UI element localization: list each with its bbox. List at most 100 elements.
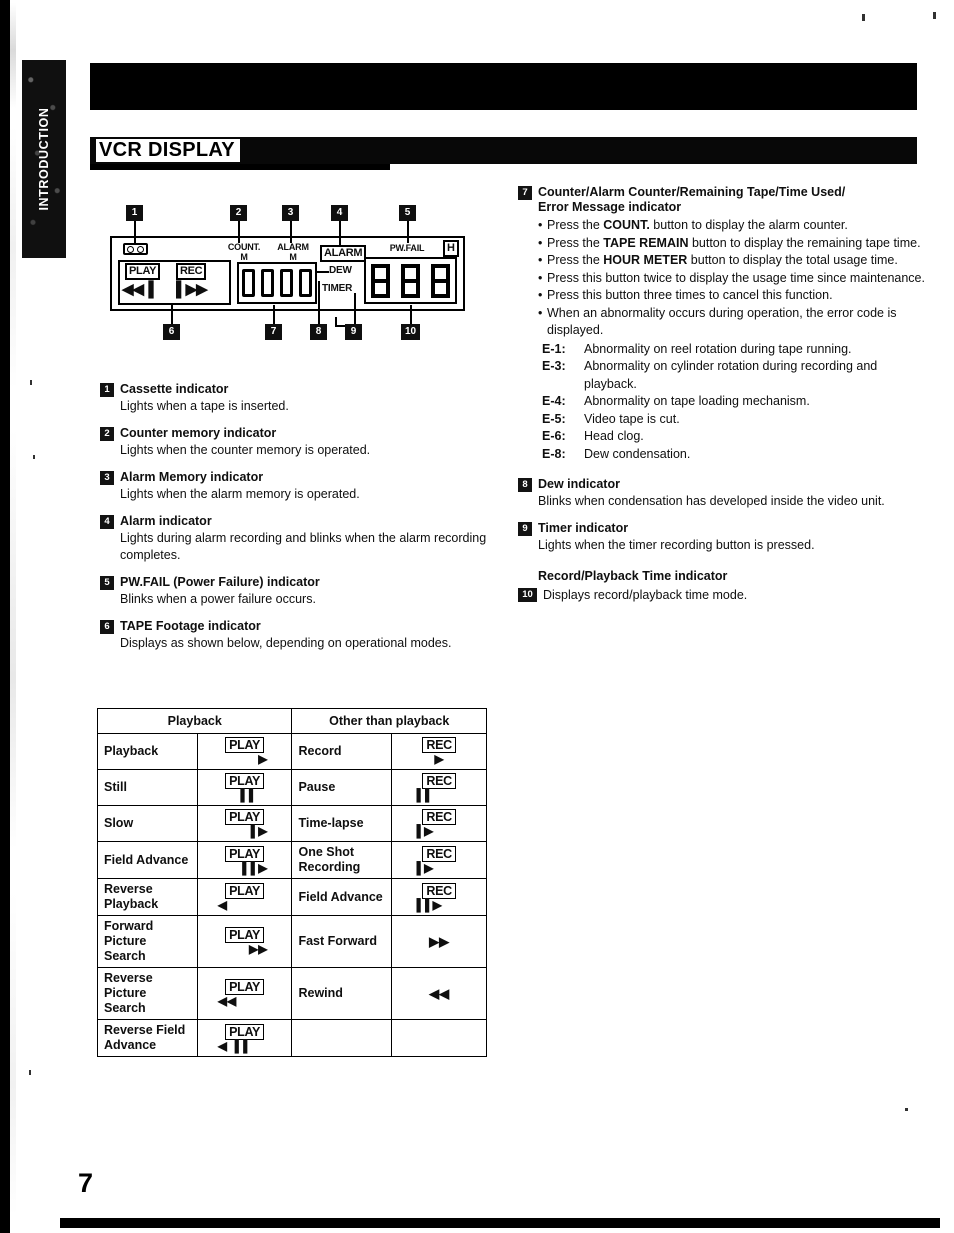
mode-label-empty [291,1019,393,1057]
indicator-heading: 3 Alarm Memory indicator [100,470,500,485]
bullet-item: When an abnormality occurs during operat… [538,305,928,340]
indicator-item-1: 1 Cassette indicator Lights when a tape … [100,382,500,415]
bullet-post: button to display the total usage time. [687,253,898,267]
page-number: 7 [78,1168,94,1198]
count-memory-label-line1: COUNT. [227,242,261,252]
scan-noise-band [10,0,16,1233]
rec-indicator-label: REC [176,263,207,280]
column-header-playback: Playback [96,708,293,734]
page-title: VCR DISPLAY [96,139,238,162]
item-title: Alarm Memory indicator [120,470,264,484]
section-tab-introduction: INTRODUCTION [22,60,66,258]
item-description: Displays record/playback time mode. [543,588,748,602]
table-row: Forward Picture Search PLAY ▶▶ Fast Forw… [97,915,487,968]
indicator-item-7: 7 Counter/Alarm Counter/Remaining Tape/T… [518,185,928,463]
error-code-row: E-5: Video tape is cut. [542,411,928,429]
counter-digit-display [237,262,317,304]
callout-2: 2 [230,205,247,221]
item-number-badge: 10 [518,588,537,602]
page-edge-strip [0,0,10,1233]
error-code: E-6: [542,429,566,443]
leader-line-6 [171,305,173,325]
transport-marks: ◀ ▐▐ [217,1038,248,1053]
indicator-item-9: 9 Timer indicator Lights when the timer … [518,521,928,554]
table-row: Still PLAY ▐▐ Pause REC ▐▐ [97,769,487,806]
mode-symbol: PLAY ◀ [196,878,293,916]
item-title: Alarm indicator [120,514,212,528]
lcd-box-label: REC [422,773,456,789]
lcd-box-label: REC [422,737,456,753]
bullet-strong: HOUR METER [603,253,688,267]
mode-symbol: PLAY ▶▶ [196,915,293,968]
item-number-badge: 8 [518,478,532,492]
error-description: Abnormality on cylinder rotation during … [584,359,878,391]
item-description: Displays as shown below, depending on op… [120,636,452,650]
indicator-heading: 8 Dew indicator [518,477,928,492]
lcd-box-label: PLAY [225,979,265,995]
mode-symbol: PLAY ◀◀ [196,967,293,1020]
error-description: Abnormality on tape loading mechanism. [584,394,810,408]
mode-label: Rewind [291,967,393,1020]
display-mode-table: Playback Other than playback Playback PL… [96,708,487,1057]
item-title: Record/Playback Time indicator [538,569,728,583]
error-code-row: E-8: Dew condensation. [542,446,928,464]
error-code: E-1: [542,341,566,356]
indicator-item-8: 8 Dew indicator Blinks when condensation… [518,477,928,510]
scan-speck [33,455,35,459]
item-title: Dew indicator [538,477,620,491]
error-code-row: E-4: Abnormality on tape loading mechanis… [542,393,928,411]
mode-symbol-empty [391,1019,487,1057]
callout-6: 6 [163,324,180,340]
indicator-item-3: 3 Alarm Memory indicator Lights when the… [100,470,500,503]
item-title-line1: Counter/Alarm Counter/Remaining Tape/Tim… [538,185,846,199]
column-header-other-than-playback: Other than playback [291,708,487,734]
leader-line-8 [318,281,320,325]
indicator-heading: 10 Displays record/playback time mode. [518,587,928,603]
error-code: E-8: [542,446,566,461]
item-number-badge: 5 [100,576,114,590]
callout-8: 8 [310,324,327,340]
left-text-column: 1 Cassette indicator Lights when a tape … [100,382,500,663]
mode-label: Forward Picture Search [97,915,198,968]
play-direction-arrows: ◀◀▐ [122,281,154,298]
indicator-item-10: Record/Playback Time indicator 10 Displa… [518,568,928,603]
mode-symbol: PLAY ▶ [196,733,293,770]
table-body: Playback PLAY ▶ Record REC ▶ Still PLAY … [97,733,487,1057]
transport-marks: ◀ [217,897,227,912]
callout-9: 9 [345,324,362,340]
hour-unit-label: H [443,240,459,257]
mode-symbol: PLAY ◀ ▐▐ [196,1019,293,1057]
hour-meter-display [364,257,457,304]
mode-label: Field Advance [97,841,198,879]
lcd-box-label: PLAY [225,845,265,862]
item-description: Lights when the timer recording button i… [538,538,815,552]
hour-digit [400,263,420,298]
error-description: Video tape is cut. [584,411,680,426]
table-header-row: Playback Other than playback [96,708,487,734]
table-row: Reverse Picture Search PLAY ◀◀ Rewind ◀◀ [97,967,487,1020]
item-number-badge: 2 [100,427,114,441]
transport-marks: ▶ [434,752,444,766]
mode-symbol: REC ▐ ▶ [391,805,487,842]
callout-10: 10 [401,324,420,340]
item-number-badge: 7 [518,186,532,200]
footer-black-bar [60,1218,940,1228]
transport-marks: ▶▶ [249,942,268,956]
counter-digit [242,269,255,297]
mode-label: Reverse Field Advance [97,1019,198,1057]
item-number-badge: 1 [100,383,114,397]
item-description: Lights during alarm recording and blinks… [120,531,487,562]
indicator-heading: 9 Timer indicator [518,521,928,536]
lcd-box-label: PLAY [225,1023,265,1040]
item-title: Timer indicator [538,521,629,535]
transport-marks: ◀◀ [217,994,237,1008]
mode-symbol: REC ▐▐ [391,769,487,806]
mode-label: Still [97,769,198,806]
indicator-item-4: 4 Alarm indicator Lights during alarm re… [100,514,500,564]
mode-symbol: REC ▐ ▶ [391,841,487,879]
bullet-pre: Press this button three times to cancel … [547,288,833,302]
bullet-pre: Press the [547,235,604,250]
item-title: Cassette indicator [120,382,229,396]
right-text-column: 7 Counter/Alarm Counter/Remaining Tape/T… [518,185,928,614]
error-description: Dew condensation. [584,446,691,461]
